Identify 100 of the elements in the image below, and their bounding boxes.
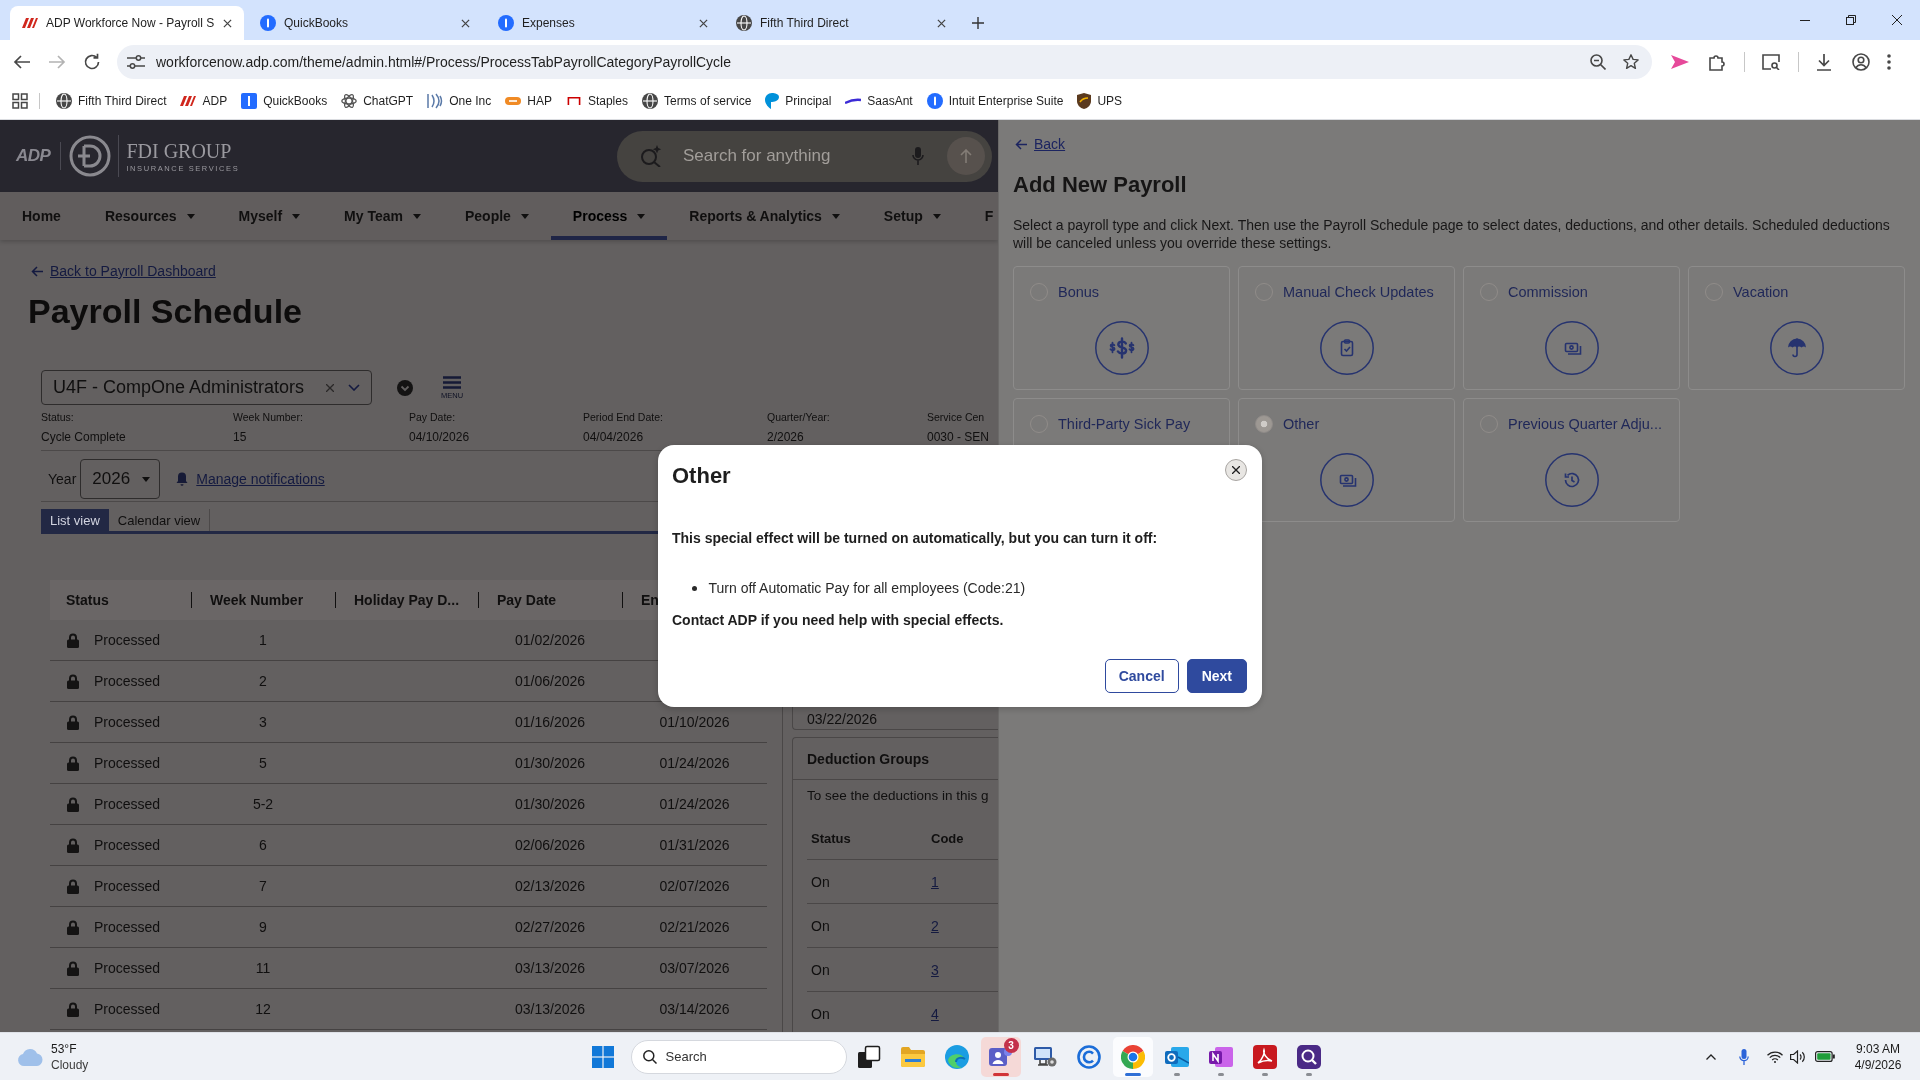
send-arrow-icon[interactable] bbox=[1671, 54, 1689, 69]
chevron-circle-icon[interactable] bbox=[397, 379, 413, 396]
payroll-type-card[interactable]: Bonus bbox=[1013, 266, 1230, 390]
back-link[interactable]: Back to Payroll Dashboard bbox=[31, 262, 216, 280]
table-cell: Processed bbox=[94, 755, 161, 771]
nav-item[interactable]: Home bbox=[0, 192, 83, 240]
browser-tab[interactable]: ADP Workforce Now - Payroll S bbox=[10, 6, 244, 40]
bookmark[interactable]: QuickBooks bbox=[234, 93, 335, 109]
notification-badge: 3 bbox=[1003, 1037, 1019, 1053]
code-link[interactable]: 1 bbox=[931, 873, 939, 890]
column-header[interactable]: Pay Date bbox=[497, 592, 557, 608]
reload-icon[interactable] bbox=[83, 52, 101, 71]
bookmark[interactable]: Principal bbox=[758, 93, 839, 109]
bookmark[interactable]: Intuit Enterprise Suite bbox=[919, 93, 1071, 109]
table-cell: 02/07/2026 bbox=[659, 878, 730, 894]
bookmark[interactable]: One Inc bbox=[420, 93, 499, 109]
view-tab[interactable]: List view bbox=[41, 509, 109, 531]
nav-item[interactable]: F bbox=[962, 192, 998, 240]
back-arrow-icon[interactable] bbox=[13, 52, 31, 71]
nav-item[interactable]: Reports & Analytics bbox=[667, 192, 862, 240]
download-icon[interactable] bbox=[1815, 52, 1833, 71]
zoom-icon[interactable] bbox=[1590, 53, 1606, 70]
more-icon[interactable] bbox=[1887, 53, 1891, 70]
grid-icon[interactable] bbox=[12, 93, 28, 109]
bookmark[interactable]: SaasAnt bbox=[838, 94, 920, 108]
restore-icon[interactable] bbox=[1846, 15, 1856, 25]
clipboard-check-icon bbox=[1319, 321, 1374, 375]
bookmark[interactable]: Staples bbox=[558, 94, 635, 108]
payroll-type-card[interactable]: Manual Check Updates bbox=[1238, 266, 1455, 390]
four-squares-icon[interactable] bbox=[591, 1045, 614, 1068]
code-link[interactable]: 3 bbox=[931, 961, 939, 978]
close-icon[interactable] bbox=[223, 18, 232, 28]
close-icon[interactable] bbox=[937, 18, 946, 28]
bookmark[interactable]: UPS bbox=[1070, 93, 1130, 109]
code-link[interactable]: 2 bbox=[931, 917, 939, 934]
nav-item[interactable]: Setup bbox=[861, 192, 963, 240]
payroll-type-card[interactable]: Commission bbox=[1463, 266, 1680, 390]
column-header[interactable]: Status bbox=[66, 592, 109, 608]
table-cell: 5 bbox=[259, 755, 267, 771]
code-link[interactable]: 4 bbox=[931, 1005, 939, 1022]
browser-tab[interactable]: QuickBooks bbox=[248, 6, 482, 40]
table-cell: 5-2 bbox=[252, 796, 274, 812]
taskbar-button[interactable]: 3 bbox=[980, 1036, 1021, 1077]
minimize-icon[interactable] bbox=[1800, 19, 1810, 21]
browser-tab[interactable]: Fifth Third Direct bbox=[724, 6, 958, 40]
taskbar-search-field[interactable]: Search bbox=[630, 1039, 847, 1074]
field-value: 2/2026 bbox=[767, 429, 804, 445]
profile-icon[interactable] bbox=[1852, 52, 1870, 71]
view-tab[interactable]: Calendar view bbox=[108, 509, 211, 531]
cancel-button[interactable]: Cancel bbox=[1104, 659, 1179, 693]
table-cell: 1 bbox=[259, 632, 267, 648]
column-header[interactable]: En bbox=[641, 592, 659, 608]
chevron-up-icon[interactable] bbox=[1706, 1053, 1716, 1060]
nav-item[interactable]: My Team bbox=[322, 192, 443, 240]
column-header[interactable]: Week Number bbox=[210, 592, 304, 608]
field-value: Cycle Complete bbox=[41, 429, 126, 445]
nav-item[interactable]: Myself bbox=[216, 192, 323, 240]
browser-tab[interactable]: Expenses bbox=[486, 6, 720, 40]
segmented-circle-icon bbox=[1120, 1044, 1145, 1069]
nav-item[interactable]: Resources bbox=[82, 192, 217, 240]
bookmark[interactable]: Fifth Third Direct bbox=[49, 93, 174, 109]
column-header[interactable]: Holiday Pay D... bbox=[354, 592, 460, 608]
close-icon[interactable] bbox=[699, 18, 708, 28]
year-select[interactable]: 2026 bbox=[80, 459, 161, 499]
card-title: Deduction Groups bbox=[807, 750, 930, 767]
window-search-icon[interactable] bbox=[1762, 53, 1780, 70]
close-button[interactable] bbox=[1225, 459, 1247, 481]
table-cell: 02/06/2026 bbox=[514, 837, 586, 853]
speaker-icon[interactable] bbox=[1790, 1049, 1806, 1064]
star-icon[interactable] bbox=[1623, 53, 1639, 70]
plus-icon[interactable] bbox=[972, 17, 984, 29]
puzzle-icon[interactable] bbox=[1708, 52, 1726, 71]
close-icon[interactable] bbox=[461, 18, 470, 28]
microphone-icon[interactable] bbox=[1739, 1048, 1749, 1065]
payroll-type-label: Manual Check Updates bbox=[1283, 284, 1434, 300]
bookmark[interactable]: ADP bbox=[173, 94, 235, 108]
battery-icon[interactable] bbox=[1815, 1051, 1835, 1062]
wifi-icon[interactable] bbox=[1767, 1050, 1783, 1063]
notifications-link[interactable]: Manage notifications bbox=[176, 471, 325, 487]
bookmark[interactable]: HAP bbox=[498, 94, 559, 108]
company-select[interactable]: U4F - CompOne Administrators bbox=[41, 370, 372, 405]
clock-date[interactable]: 4/9/2026 bbox=[1854, 1056, 1902, 1073]
radio-button[interactable] bbox=[1255, 415, 1273, 433]
bookmark[interactable]: ChatGPT bbox=[334, 93, 421, 109]
field-label: Service Cen bbox=[927, 411, 985, 424]
bookmark[interactable]: Terms of service bbox=[634, 93, 759, 109]
table-cell: Processed bbox=[94, 837, 161, 853]
table-cell: On bbox=[811, 873, 830, 890]
tune-icon[interactable] bbox=[127, 54, 145, 69]
next-button[interactable]: Next bbox=[1186, 659, 1247, 693]
nav-item[interactable]: People bbox=[442, 192, 551, 240]
clock-time[interactable]: 9:03 AM bbox=[1856, 1040, 1900, 1057]
table-cell: 02/21/2026 bbox=[659, 919, 730, 935]
nav-item[interactable]: Process bbox=[550, 192, 668, 240]
address-bar[interactable]: workforcenow.adp.com/theme/admin.html#/Process/ProcessTabPayrollCategoryPayrollCycle bbox=[117, 44, 1652, 79]
payroll-type-card[interactable]: Vacation bbox=[1688, 266, 1905, 390]
brand-logo[interactable]: ADP bbox=[16, 146, 51, 166]
payroll-type-card[interactable]: Previous Quarter Adju... bbox=[1463, 398, 1680, 522]
close-icon[interactable] bbox=[1892, 15, 1902, 25]
back-link[interactable]: Back bbox=[1015, 135, 1066, 153]
